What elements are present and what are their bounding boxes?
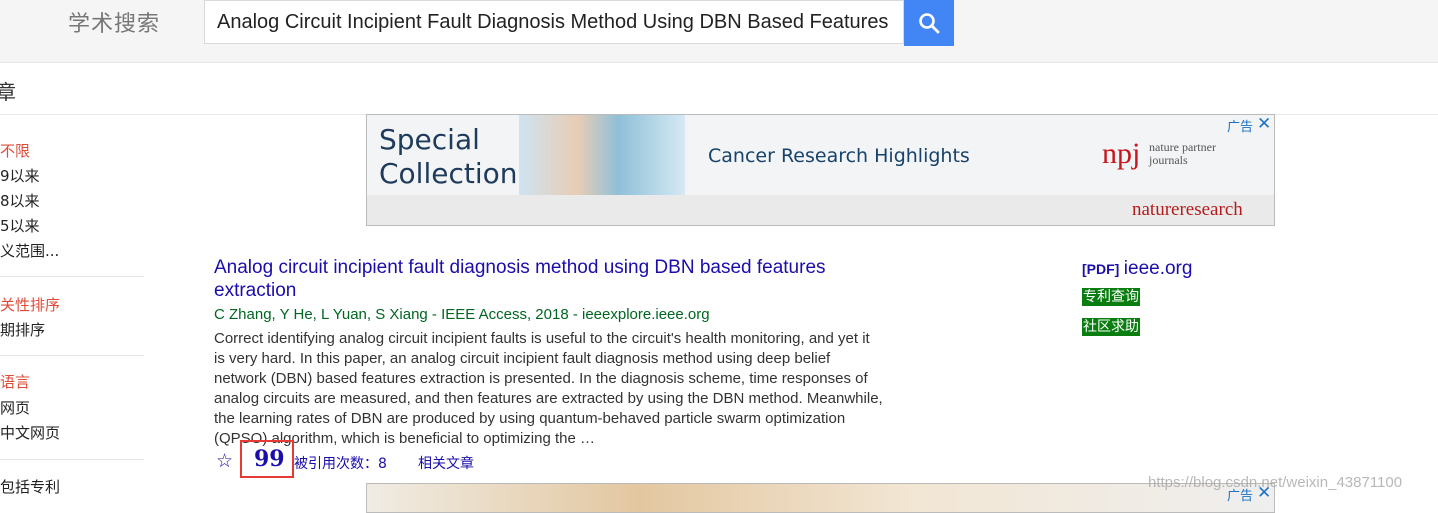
sub-bar: 章	[0, 62, 1438, 115]
pdf-domain: ieee.org	[1123, 258, 1193, 279]
include-patents[interactable]: 包括专利	[0, 476, 60, 497]
result-meta: C Zhang, Y He, L Yuan, S Xiang - IEEE Ac…	[214, 306, 710, 323]
time-filter-custom[interactable]: 义范围...	[0, 240, 59, 261]
sidebar-divider	[0, 276, 144, 277]
cite-highlight: 99	[240, 440, 294, 478]
ad-label: 广告	[1227, 120, 1254, 135]
search-box[interactable]	[204, 0, 904, 44]
community-help-button[interactable]: 社区求助	[1082, 318, 1140, 336]
time-filter-2019[interactable]: 9以来	[0, 165, 40, 186]
search-icon	[919, 13, 940, 34]
nature-research-logo: natureresearch	[1132, 199, 1243, 220]
cite-quote-icon[interactable]: 99	[254, 446, 285, 472]
npj-logo: npj	[1102, 137, 1141, 170]
search-input[interactable]	[205, 1, 895, 43]
ad-special-collection: Special Collection	[379, 123, 518, 190]
result-actions: ☆ 99 被引用次数：8 相关文章	[214, 440, 904, 478]
ad-image	[519, 115, 685, 195]
ad-headline: Cancer Research Highlights	[708, 145, 970, 167]
sidebar-divider	[0, 355, 144, 356]
time-filter-2018[interactable]: 8以来	[0, 190, 40, 211]
sort-relevance[interactable]: 关性排序	[0, 294, 60, 315]
time-filter-any[interactable]: 不限	[0, 140, 30, 161]
patent-query-button[interactable]: 专利查询	[1082, 288, 1140, 306]
star-icon[interactable]: ☆	[216, 450, 233, 472]
close-icon[interactable]: ✕	[1257, 114, 1271, 134]
search-button[interactable]	[904, 0, 954, 46]
result-title-link[interactable]: Analog circuit incipient fault diagnosis…	[214, 256, 904, 302]
cited-by-link[interactable]: 被引用次数：8	[294, 453, 387, 473]
sort-date[interactable]: 期排序	[0, 319, 45, 340]
pdf-link[interactable]: [PDF] ieee.org	[1082, 258, 1192, 280]
ad-banner-bottom[interactable]	[366, 483, 1275, 513]
related-articles-link[interactable]: 相关文章	[418, 453, 474, 473]
language-chinese[interactable]: 网页	[0, 397, 30, 418]
top-bar: 学术搜索	[0, 0, 1438, 63]
pdf-tag: [PDF]	[1082, 261, 1120, 277]
sidebar-divider	[0, 459, 144, 460]
language-simplified[interactable]: 中文网页	[0, 422, 60, 443]
ad-banner[interactable]: Special Collection Cancer Research Highl…	[366, 114, 1275, 226]
time-filter-2015[interactable]: 5以来	[0, 215, 40, 236]
articles-tab[interactable]: 章	[0, 76, 16, 105]
npj-subtitle: nature partner journals	[1149, 140, 1216, 167]
result-snippet: Correct identifying analog circuit incip…	[214, 330, 883, 447]
brand-logo[interactable]: 学术搜索	[68, 6, 160, 38]
watermark: https://blog.csdn.net/weixin_43871100	[1148, 474, 1403, 491]
language-any[interactable]: 语言	[0, 371, 30, 392]
